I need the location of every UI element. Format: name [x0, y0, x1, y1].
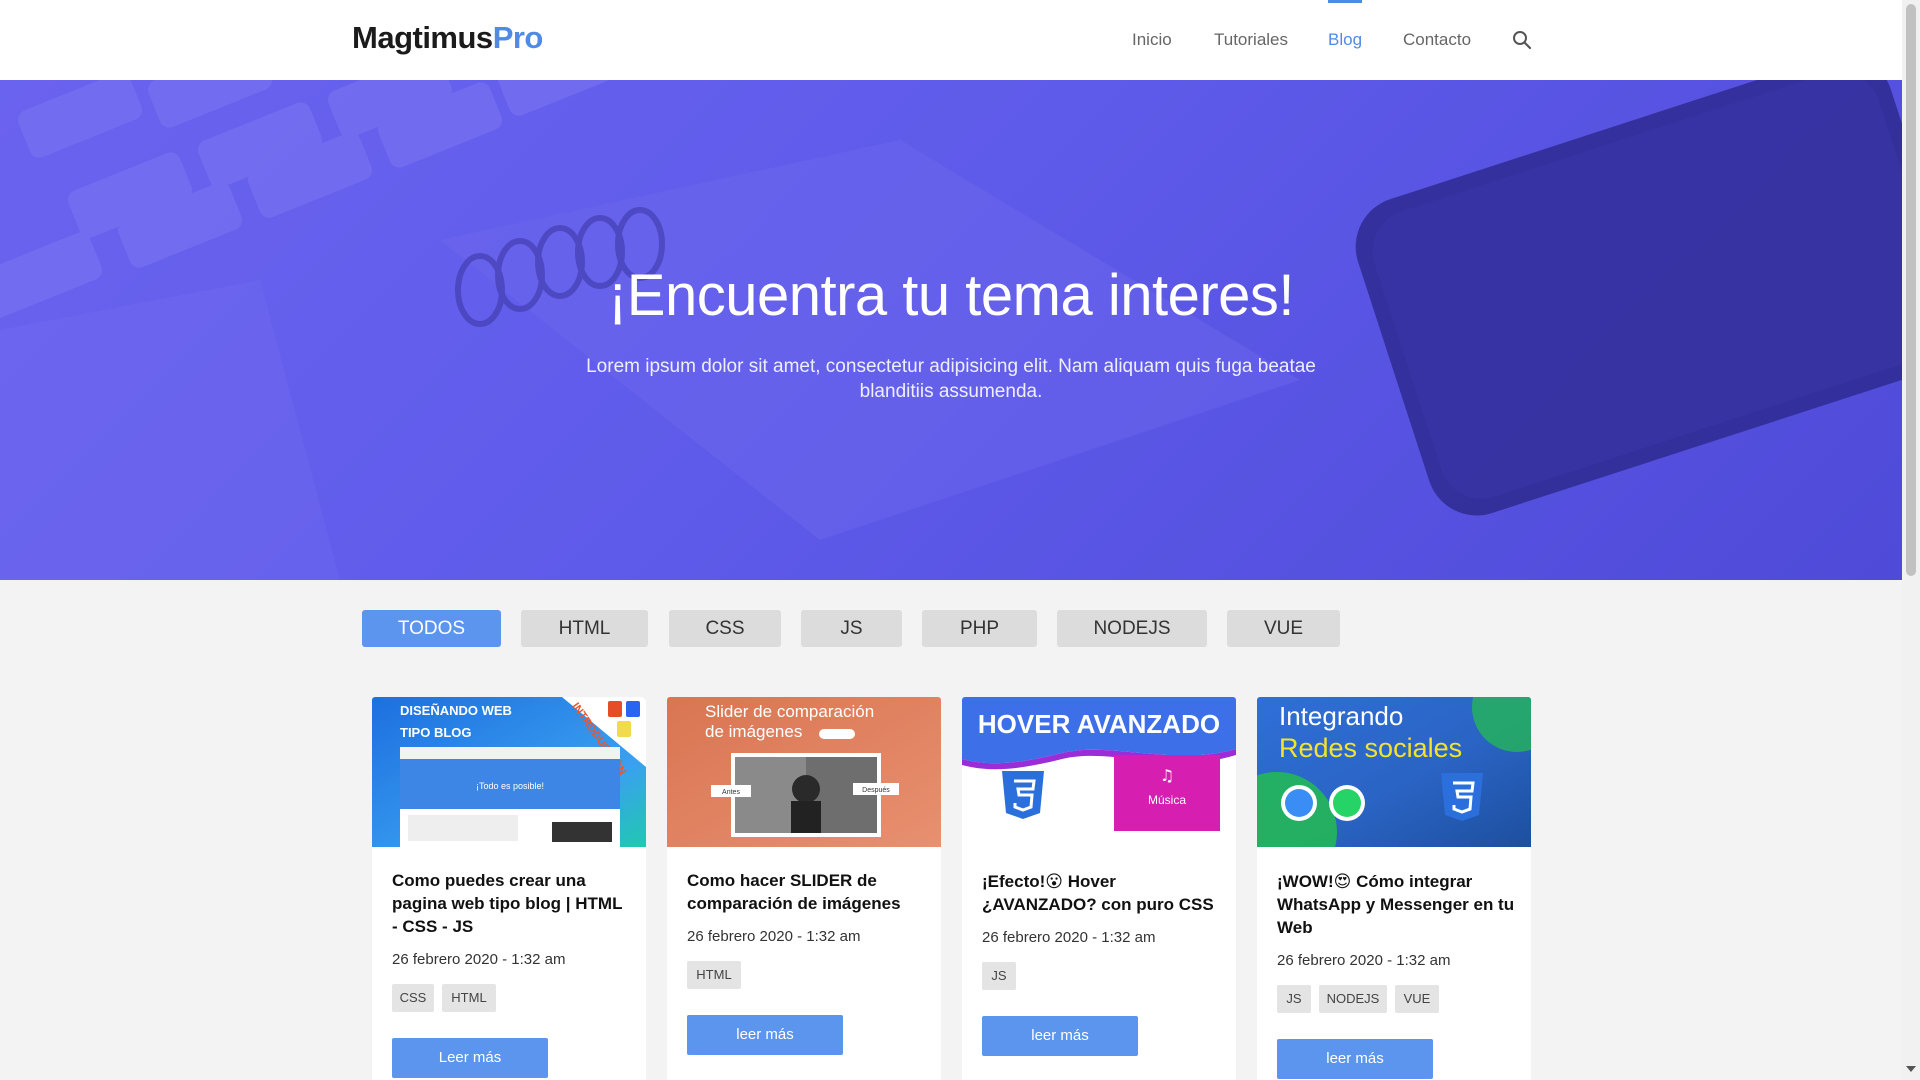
read-more-button[interactable]: leer más	[687, 1015, 843, 1055]
post-thumbnail[interactable]: DISEÑANDO WEB TIPO BLOG INTRODUCCIÓN ¡To…	[372, 697, 646, 847]
post-date: 26 febrero 2020 - 1:32 am	[392, 951, 566, 968]
read-more-button[interactable]: Leer más	[392, 1038, 548, 1078]
post-date: 26 febrero 2020 - 1:32 am	[687, 928, 861, 945]
thumb-left-label: Antes	[722, 789, 740, 796]
search-icon[interactable]	[1512, 30, 1532, 50]
hero-banner: ¡Encuentra tu tema interes! Lorem ipsum …	[0, 80, 1902, 580]
post-card: Slider de comparación de imágenes Antes …	[667, 697, 941, 1080]
site-logo[interactable]: MagtimusPro	[352, 20, 543, 56]
post-card: Integrando Redes sociales ¡WOW!😍 Cómo in…	[1257, 697, 1531, 1080]
nav-link-contacto[interactable]: Contacto	[1403, 0, 1471, 80]
post-title[interactable]: ¡WOW!😍 Cómo integrar WhatsApp y Messenge…	[1277, 870, 1517, 939]
scrollbar-thumb[interactable]	[1906, 4, 1916, 576]
svg-text:♫: ♫	[1160, 766, 1174, 785]
read-more-button[interactable]: leer más	[1277, 1039, 1433, 1079]
post-tag-js[interactable]: JS	[1277, 985, 1311, 1013]
nav-link-inicio[interactable]: Inicio	[1132, 0, 1172, 80]
logo-main-text: Magtimus	[352, 20, 493, 55]
thumb-label: Música	[1148, 793, 1186, 807]
thumb-tagline: ¡Todo es posible!	[476, 781, 544, 791]
filter-html[interactable]: HTML	[521, 610, 648, 647]
filter-todos[interactable]: TODOS	[362, 610, 501, 647]
filter-js[interactable]: JS	[801, 610, 902, 647]
thumb-right-label: Después	[862, 787, 890, 794]
post-thumbnail[interactable]: Slider de comparación de imágenes Antes …	[667, 697, 941, 847]
scroll-down-arrow-icon[interactable]	[1906, 1066, 1916, 1072]
post-thumbnail[interactable]: Integrando Redes sociales	[1257, 697, 1531, 847]
post-date: 26 febrero 2020 - 1:32 am	[1277, 952, 1451, 969]
post-card: HOVER AVANZADO Música ♫ ¡Efecto!😮 Hover …	[962, 697, 1236, 1080]
post-date: 26 febrero 2020 - 1:32 am	[982, 929, 1156, 946]
thumb-line1: Integrando	[1279, 701, 1403, 731]
read-more-button[interactable]: leer más	[982, 1016, 1138, 1056]
filter-css[interactable]: CSS	[669, 610, 781, 647]
post-tag-js[interactable]: JS	[982, 962, 1016, 990]
post-title[interactable]: Como hacer SLIDER de comparación de imág…	[687, 869, 927, 915]
filter-nodejs[interactable]: NODEJS	[1057, 610, 1207, 647]
filter-vue[interactable]: VUE	[1227, 610, 1340, 647]
hero-subtitle: Lorem ipsum dolor sit amet, consectetur …	[586, 356, 1316, 402]
thumb-line2: Redes sociales	[1279, 733, 1462, 763]
hero-title: ¡Encuentra tu tema interes!	[607, 263, 1295, 328]
thumb-line1: DISEÑANDO WEB	[400, 703, 512, 718]
thumb-line2: de imágenes	[705, 722, 802, 741]
post-tag-html[interactable]: HTML	[442, 984, 496, 1012]
site-header: MagtimusPro Inicio Tutoriales Blog Conta…	[0, 0, 1902, 80]
post-title[interactable]: Como puedes crear una pagina web tipo bl…	[392, 869, 632, 938]
page-scrollbar[interactable]	[1902, 0, 1920, 1080]
nav-link-tutoriales[interactable]: Tutoriales	[1214, 0, 1288, 80]
filter-php[interactable]: PHP	[922, 610, 1037, 647]
hero-background-image	[0, 80, 1902, 580]
thumb-line1: Slider de comparación	[705, 702, 874, 721]
post-tag-vue[interactable]: VUE	[1395, 985, 1439, 1013]
post-card: DISEÑANDO WEB TIPO BLOG INTRODUCCIÓN ¡To…	[372, 697, 646, 1080]
post-thumbnail[interactable]: HOVER AVANZADO Música ♫	[962, 697, 1236, 847]
nav-link-blog[interactable]: Blog	[1328, 0, 1363, 80]
logo-accent-text: Pro	[492, 20, 544, 55]
post-title[interactable]: ¡Efecto!😮 Hover ¿AVANZADO? con puro CSS	[982, 870, 1222, 916]
post-tag-html[interactable]: HTML	[687, 961, 741, 989]
thumb-line2: TIPO BLOG	[400, 725, 472, 740]
thumb-line1: HOVER AVANZADO	[978, 709, 1220, 739]
post-tag-nodejs[interactable]: NODEJS	[1319, 985, 1387, 1013]
post-tag-css[interactable]: CSS	[392, 984, 434, 1012]
